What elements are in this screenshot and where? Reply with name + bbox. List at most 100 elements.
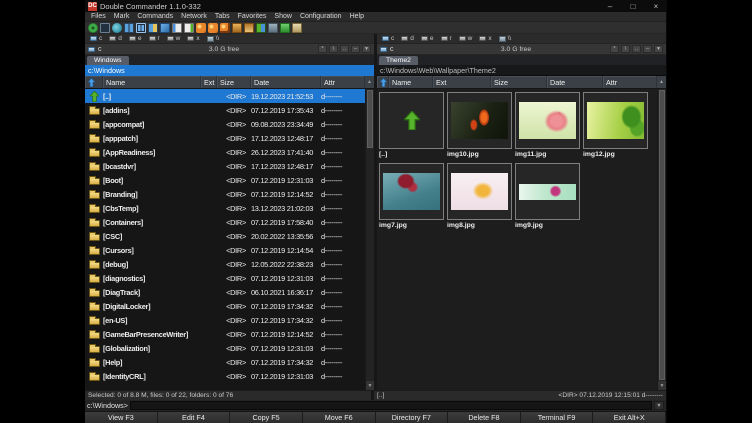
file-row[interactable]: [Globalization]<DIR>07.12.2019 12:31:03d… [85, 341, 365, 355]
thumbnail-item[interactable]: img12.jpg [583, 92, 648, 160]
command-history-dropdown-icon[interactable]: ▼ [654, 401, 664, 410]
fn-button-f5[interactable]: Copy F5 [230, 412, 303, 423]
copy-to-left-icon[interactable] [172, 23, 182, 33]
root-button[interactable]: \ [329, 45, 338, 53]
file-row[interactable]: [Cursors]<DIR>07.12.2019 12:14:54d------… [85, 243, 365, 257]
column-header-date[interactable]: Date [547, 76, 603, 88]
image-thumb[interactable] [515, 163, 580, 220]
scroll-down-icon[interactable]: ▼ [366, 381, 374, 390]
extract-icon[interactable] [244, 23, 254, 33]
drive-button-d[interactable]: d [106, 34, 125, 43]
scroll-down-icon[interactable]: ▼ [658, 381, 666, 390]
image-thumb[interactable] [379, 163, 444, 220]
file-row[interactable]: [Branding]<DIR>07.12.2019 12:14:52d-----… [85, 187, 365, 201]
maximize-button[interactable]: □ [623, 0, 643, 12]
file-row[interactable]: [DiagTrack]<DIR>06.10.2021 16:36:17d----… [85, 285, 365, 299]
search-icon[interactable] [196, 23, 206, 33]
search-network-icon[interactable] [208, 23, 218, 33]
compare-icon[interactable] [268, 23, 278, 33]
scroll-track[interactable] [658, 89, 666, 381]
right-drive-combo[interactable]: c [380, 46, 422, 53]
swap-panels-icon[interactable] [160, 23, 170, 33]
thumbnail-item[interactable]: img10.jpg [447, 92, 512, 160]
fn-button-f4[interactable]: Edit F4 [158, 412, 231, 423]
thumbnail-item[interactable]: img7.jpg [379, 163, 444, 231]
sort-column-header[interactable] [85, 76, 103, 88]
file-row[interactable]: [diagnostics]<DIR>07.12.2019 12:31:03d--… [85, 271, 365, 285]
fn-button-alt+x[interactable]: Exit Alt+X [593, 412, 666, 423]
close-button[interactable]: × [646, 0, 666, 12]
fn-button-f8[interactable]: Delete F8 [448, 412, 521, 423]
home-button[interactable]: – [643, 45, 652, 53]
scroll-track[interactable] [366, 89, 374, 381]
hotlist-button[interactable]: * [610, 45, 619, 53]
copy-to-right-icon[interactable] [184, 23, 194, 33]
drive-button-c[interactable]: c [379, 34, 397, 43]
drive-button-e[interactable]: e [418, 34, 437, 43]
column-header-name[interactable]: Name [103, 76, 201, 88]
scroll-up-icon[interactable]: ▲ [365, 76, 374, 88]
tab-windows[interactable]: Windows [87, 56, 129, 65]
column-header-attr[interactable]: Attr [321, 76, 365, 88]
file-row[interactable]: [IdentityCRL]<DIR>07.12.2019 12:31:03d--… [85, 369, 365, 383]
options-icon[interactable] [112, 23, 122, 33]
left-path-bar[interactable]: c:\Windows [85, 65, 374, 76]
flat-view-icon[interactable] [148, 23, 158, 33]
fn-button-f6[interactable]: Move F6 [303, 412, 376, 423]
drive-button-x[interactable]: x [184, 34, 202, 43]
column-header-attr[interactable]: Attr [603, 76, 657, 88]
menu-item-help[interactable]: Help [346, 13, 368, 20]
sync-dirs-icon[interactable] [256, 23, 266, 33]
left-scrollbar[interactable]: ▼ [365, 89, 374, 390]
scroll-thumb[interactable] [367, 90, 373, 148]
command-input[interactable] [130, 401, 652, 410]
thumbnail-item[interactable]: img8.jpg [447, 163, 512, 231]
file-row[interactable]: [AppReadiness]<DIR>26.12.2023 17:41:40d-… [85, 145, 365, 159]
file-row[interactable]: [addins]<DIR>07.12.2019 17:35:43d-------… [85, 103, 365, 117]
file-row[interactable]: [CSC]<DIR>20.02.2022 13:35:56d-------- [85, 229, 365, 243]
column-header-name[interactable]: Name [389, 76, 433, 88]
parent-button[interactable]: .. [632, 45, 641, 53]
drive-button-w[interactable]: w [456, 34, 476, 43]
history-button[interactable]: ▾ [362, 45, 371, 53]
file-row[interactable]: [Help]<DIR>07.12.2019 17:34:32d-------- [85, 355, 365, 369]
thumbnail-item[interactable]: img11.jpg [515, 92, 580, 160]
image-thumb[interactable] [447, 163, 512, 220]
file-row[interactable]: [apppatch]<DIR>17.12.2023 12:48:17d-----… [85, 131, 365, 145]
scroll-up-icon[interactable]: ▲ [657, 76, 666, 88]
menu-item-commands[interactable]: Commands [133, 13, 177, 20]
image-thumb[interactable] [447, 92, 512, 149]
right-path-bar[interactable]: c:\Windows\Web\Wallpaper\Theme2 [377, 65, 666, 76]
file-row[interactable]: [DigitalLocker]<DIR>07.12.2019 17:34:32d… [85, 299, 365, 313]
search-advanced-icon[interactable] [220, 23, 230, 33]
column-header-size[interactable]: Size [491, 76, 547, 88]
drive-button-c[interactable]: c [87, 34, 105, 43]
menu-item-show[interactable]: Show [270, 13, 296, 20]
drive-button-w[interactable]: w [164, 34, 184, 43]
minimize-button[interactable]: – [600, 0, 620, 12]
file-row[interactable]: [debug]<DIR>12.05.2022 22:38:23d-------- [85, 257, 365, 271]
image-thumb[interactable] [515, 92, 580, 149]
tab-theme2[interactable]: Theme2 [379, 56, 418, 65]
fn-button-f7[interactable]: Directory F7 [376, 412, 449, 423]
history-button[interactable]: ▾ [654, 45, 663, 53]
menu-item-network[interactable]: Network [177, 13, 211, 20]
image-thumb[interactable] [583, 92, 648, 149]
equal-panels-icon[interactable] [136, 23, 146, 33]
root-button[interactable]: \ [621, 45, 630, 53]
terminal-icon[interactable] [100, 23, 110, 33]
pack-icon[interactable] [232, 23, 242, 33]
file-row[interactable]: [Boot]<DIR>07.12.2019 12:31:03d-------- [85, 173, 365, 187]
drive-button-x[interactable]: x [476, 34, 494, 43]
fn-button-f3[interactable]: View F3 [85, 412, 158, 423]
menu-item-mark[interactable]: Mark [110, 13, 134, 20]
column-header-date[interactable]: Date [251, 76, 321, 88]
right-scrollbar[interactable]: ▼ [657, 89, 666, 390]
network-button[interactable]: \\ [496, 34, 515, 43]
menu-item-favorites[interactable]: Favorites [234, 13, 271, 20]
left-drive-combo[interactable]: c [88, 46, 130, 53]
scroll-thumb[interactable] [659, 90, 665, 380]
file-row[interactable]: [Containers]<DIR>07.12.2019 17:58:40d---… [85, 215, 365, 229]
file-row[interactable]: [CbsTemp]<DIR>13.12.2023 21:02:03d------… [85, 201, 365, 215]
file-row[interactable]: [GameBarPresenceWriter]<DIR>07.12.2019 1… [85, 327, 365, 341]
